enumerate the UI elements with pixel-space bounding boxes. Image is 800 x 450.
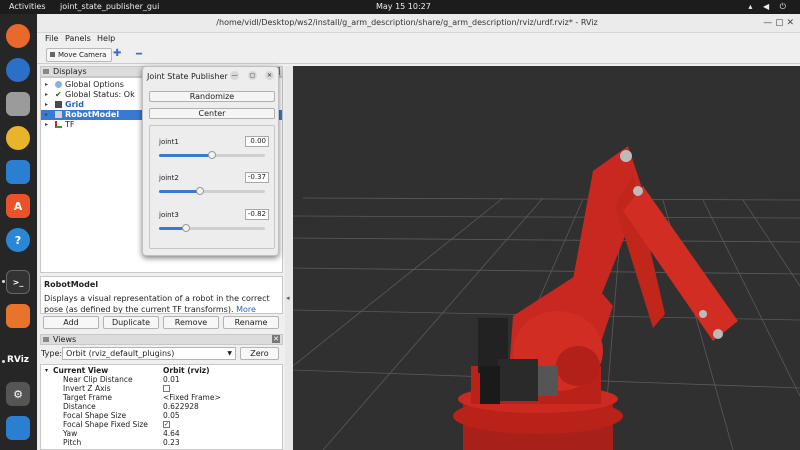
close-icon[interactable]: ✕ <box>265 71 274 80</box>
property-row[interactable]: ▾ Current View Orbit (rviz) <box>41 366 282 375</box>
running-indicator <box>2 280 5 283</box>
help-icon[interactable]: ? <box>6 228 30 252</box>
close-icon[interactable]: ✕ <box>272 335 280 343</box>
clock[interactable]: May 15 10:27 <box>376 2 431 11</box>
robot-icon <box>55 111 62 118</box>
gear-icon <box>55 81 62 88</box>
check-icon: ✔ <box>55 90 62 99</box>
system-top-bar: Activities joint_state_publisher_gui May… <box>0 0 800 14</box>
chevron-down-icon: ▼ <box>227 350 232 357</box>
files-icon[interactable] <box>6 92 30 116</box>
robot-arm <box>453 146 738 450</box>
window-controls[interactable]: — ▢ ✕ <box>763 18 794 28</box>
terminal-icon[interactable]: >_ <box>6 270 30 294</box>
grid-icon <box>55 101 62 108</box>
joint3-value[interactable]: -0.82 <box>245 209 269 220</box>
view-type-select[interactable]: Orbit (rviz_default_plugins) ▼ <box>62 347 236 360</box>
focal-fixed-checkbox[interactable]: ✓ <box>163 421 170 428</box>
joint-state-publisher-window: Joint State Publisher — ▢ ✕ Randomize Ce… <box>142 66 279 256</box>
minimize-icon[interactable]: — <box>230 71 239 80</box>
collapse-arrow-icon[interactable]: ◂ <box>286 294 290 302</box>
property-row[interactable]: Invert Z Axis <box>41 384 282 393</box>
window-titlebar[interactable]: /home/vidl/Desktop/ws2/install/g_arm_des… <box>37 14 800 33</box>
toolbar: Move Camera ✚ ━ <box>37 46 800 64</box>
joint3-slider[interactable] <box>159 224 265 232</box>
type-label: Type: <box>41 349 63 358</box>
center-button[interactable]: Center <box>149 108 275 119</box>
menu-file[interactable]: File <box>45 34 58 43</box>
vscode-icon[interactable] <box>6 416 30 440</box>
property-row[interactable]: Distance 0.622928 <box>41 402 282 411</box>
software-icon[interactable]: A <box>6 194 30 218</box>
displays-icon <box>43 69 49 74</box>
joint1-label: joint1 <box>159 138 179 146</box>
views-header[interactable]: Views ✕ <box>40 334 283 345</box>
property-row[interactable]: Yaw 4.64 <box>41 429 282 438</box>
rhythmbox-icon[interactable] <box>6 126 30 150</box>
joint3-label: joint3 <box>159 211 179 219</box>
property-row[interactable]: Near Clip Distance 0.01 <box>41 375 282 384</box>
panel-splitter[interactable]: ◂ <box>285 66 293 450</box>
slider-knob[interactable] <box>182 224 190 232</box>
dock: A ? >_ RViz ⚙ <box>0 14 37 450</box>
views-icon <box>43 337 49 342</box>
maximize-icon[interactable]: ▢ <box>248 71 257 80</box>
zero-button[interactable]: Zero <box>240 347 279 360</box>
menu-bar: File Panels Help <box>37 33 800 46</box>
menu-help[interactable]: Help <box>97 34 115 43</box>
joint2-label: joint2 <box>159 174 179 182</box>
joint1-value[interactable]: 0.00 <box>245 136 269 147</box>
joint1-slider[interactable] <box>159 151 265 159</box>
property-row[interactable]: Focal Shape Fixed Size ✓ <box>41 420 282 429</box>
property-row[interactable]: Focal Shape Size 0.05 <box>41 411 282 420</box>
move-camera-button[interactable]: Move Camera <box>46 48 112 62</box>
description-title: RobotModel <box>44 280 99 289</box>
duplicate-button[interactable]: Duplicate <box>103 316 159 329</box>
remove-tool-icon[interactable]: ━ <box>136 49 142 60</box>
add-button[interactable]: Add <box>43 316 99 329</box>
scene-render <box>293 146 800 450</box>
running-indicator <box>2 360 5 363</box>
active-app-label[interactable]: joint_state_publisher_gui <box>60 2 159 11</box>
settings-icon[interactable]: ⚙ <box>6 382 30 406</box>
rename-button[interactable]: Rename <box>223 316 279 329</box>
menu-panels[interactable]: Panels <box>65 34 91 43</box>
camera-icon <box>50 52 55 57</box>
layers-icon[interactable] <box>6 304 30 328</box>
randomize-button[interactable]: Randomize <box>149 91 275 102</box>
axes-icon <box>55 121 62 128</box>
property-row[interactable]: Target Frame <Fixed Frame> <box>41 393 282 402</box>
property-row[interactable]: Pitch 0.23 <box>41 438 282 447</box>
joint2-slider[interactable] <box>159 187 265 195</box>
view-type-row: Type: Orbit (rviz_default_plugins) ▼ Zer… <box>40 347 283 361</box>
invert-z-checkbox[interactable] <box>163 385 170 392</box>
thunderbird-icon[interactable] <box>6 58 30 82</box>
remove-button[interactable]: Remove <box>163 316 219 329</box>
firefox-icon[interactable] <box>6 24 30 48</box>
display-buttons: Add Duplicate Remove Rename <box>40 316 283 330</box>
joint2-value[interactable]: -0.37 <box>245 172 269 183</box>
view-properties[interactable]: ▾ Current View Orbit (rviz) Near Clip Di… <box>40 364 283 450</box>
slider-knob[interactable] <box>208 151 216 159</box>
3d-viewport[interactable] <box>293 66 800 450</box>
jsp-title: Joint State Publisher <box>147 72 228 81</box>
system-tray[interactable]: ▴ ◀ ⏻ <box>748 2 790 12</box>
activities-button[interactable]: Activities <box>9 2 46 11</box>
writer-icon[interactable] <box>6 160 30 184</box>
joint-controls: joint1 0.00 joint2 -0.37 joint3 -0.82 <box>149 125 275 249</box>
display-description: RobotModel Displays a visual representat… <box>40 276 283 314</box>
add-tool-icon[interactable]: ✚ <box>113 48 121 59</box>
rviz-icon[interactable]: RViz <box>6 348 30 372</box>
window-title: /home/vidl/Desktop/ws2/install/g_arm_des… <box>216 18 598 27</box>
slider-knob[interactable] <box>196 187 204 195</box>
